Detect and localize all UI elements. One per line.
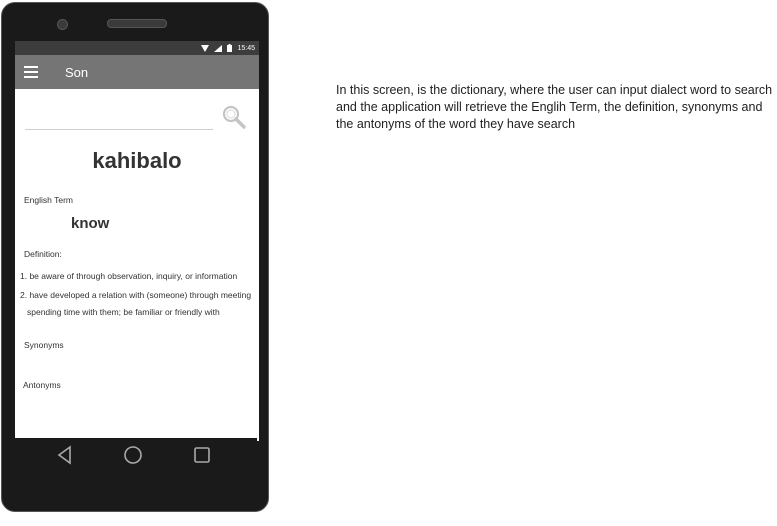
definition-item: 1. be aware of through observation, inqu… bbox=[20, 271, 238, 281]
definition-label: Definition: bbox=[24, 249, 62, 259]
english-term: know bbox=[71, 215, 110, 232]
synonyms-label: Synonyms bbox=[24, 340, 64, 350]
hamburger-menu-icon[interactable] bbox=[24, 66, 38, 78]
status-bar: 15:45 bbox=[15, 41, 259, 55]
screen-description: In this screen, is the dictionary, where… bbox=[336, 83, 773, 131]
app-bar: Son bbox=[15, 55, 259, 89]
app-title: Son bbox=[65, 65, 89, 80]
signal-icon bbox=[214, 44, 223, 52]
english-term-label: English Term bbox=[24, 195, 73, 205]
home-icon[interactable] bbox=[123, 445, 143, 465]
navigation-bar bbox=[13, 438, 257, 472]
search-input[interactable] bbox=[25, 129, 213, 130]
status-time: 15:45 bbox=[237, 44, 255, 52]
back-icon[interactable] bbox=[56, 445, 74, 465]
wifi-icon bbox=[201, 44, 210, 52]
phone-screen: 15:45 Son kahibalo English Term know Def… bbox=[15, 41, 259, 441]
battery-icon bbox=[227, 44, 233, 52]
phone-frame: 15:45 Son kahibalo English Term know Def… bbox=[1, 2, 269, 512]
headword: kahibalo bbox=[92, 148, 182, 173]
search-icon[interactable] bbox=[222, 105, 246, 129]
earpiece-speaker bbox=[107, 19, 167, 28]
antonyms-label: Antonyms bbox=[23, 380, 61, 390]
definition-item: spending time with them; be familiar or … bbox=[27, 307, 220, 317]
recent-apps-icon[interactable] bbox=[193, 445, 211, 465]
definition-item: 2. have developed a relation with (someo… bbox=[20, 290, 252, 300]
front-camera bbox=[57, 19, 68, 30]
